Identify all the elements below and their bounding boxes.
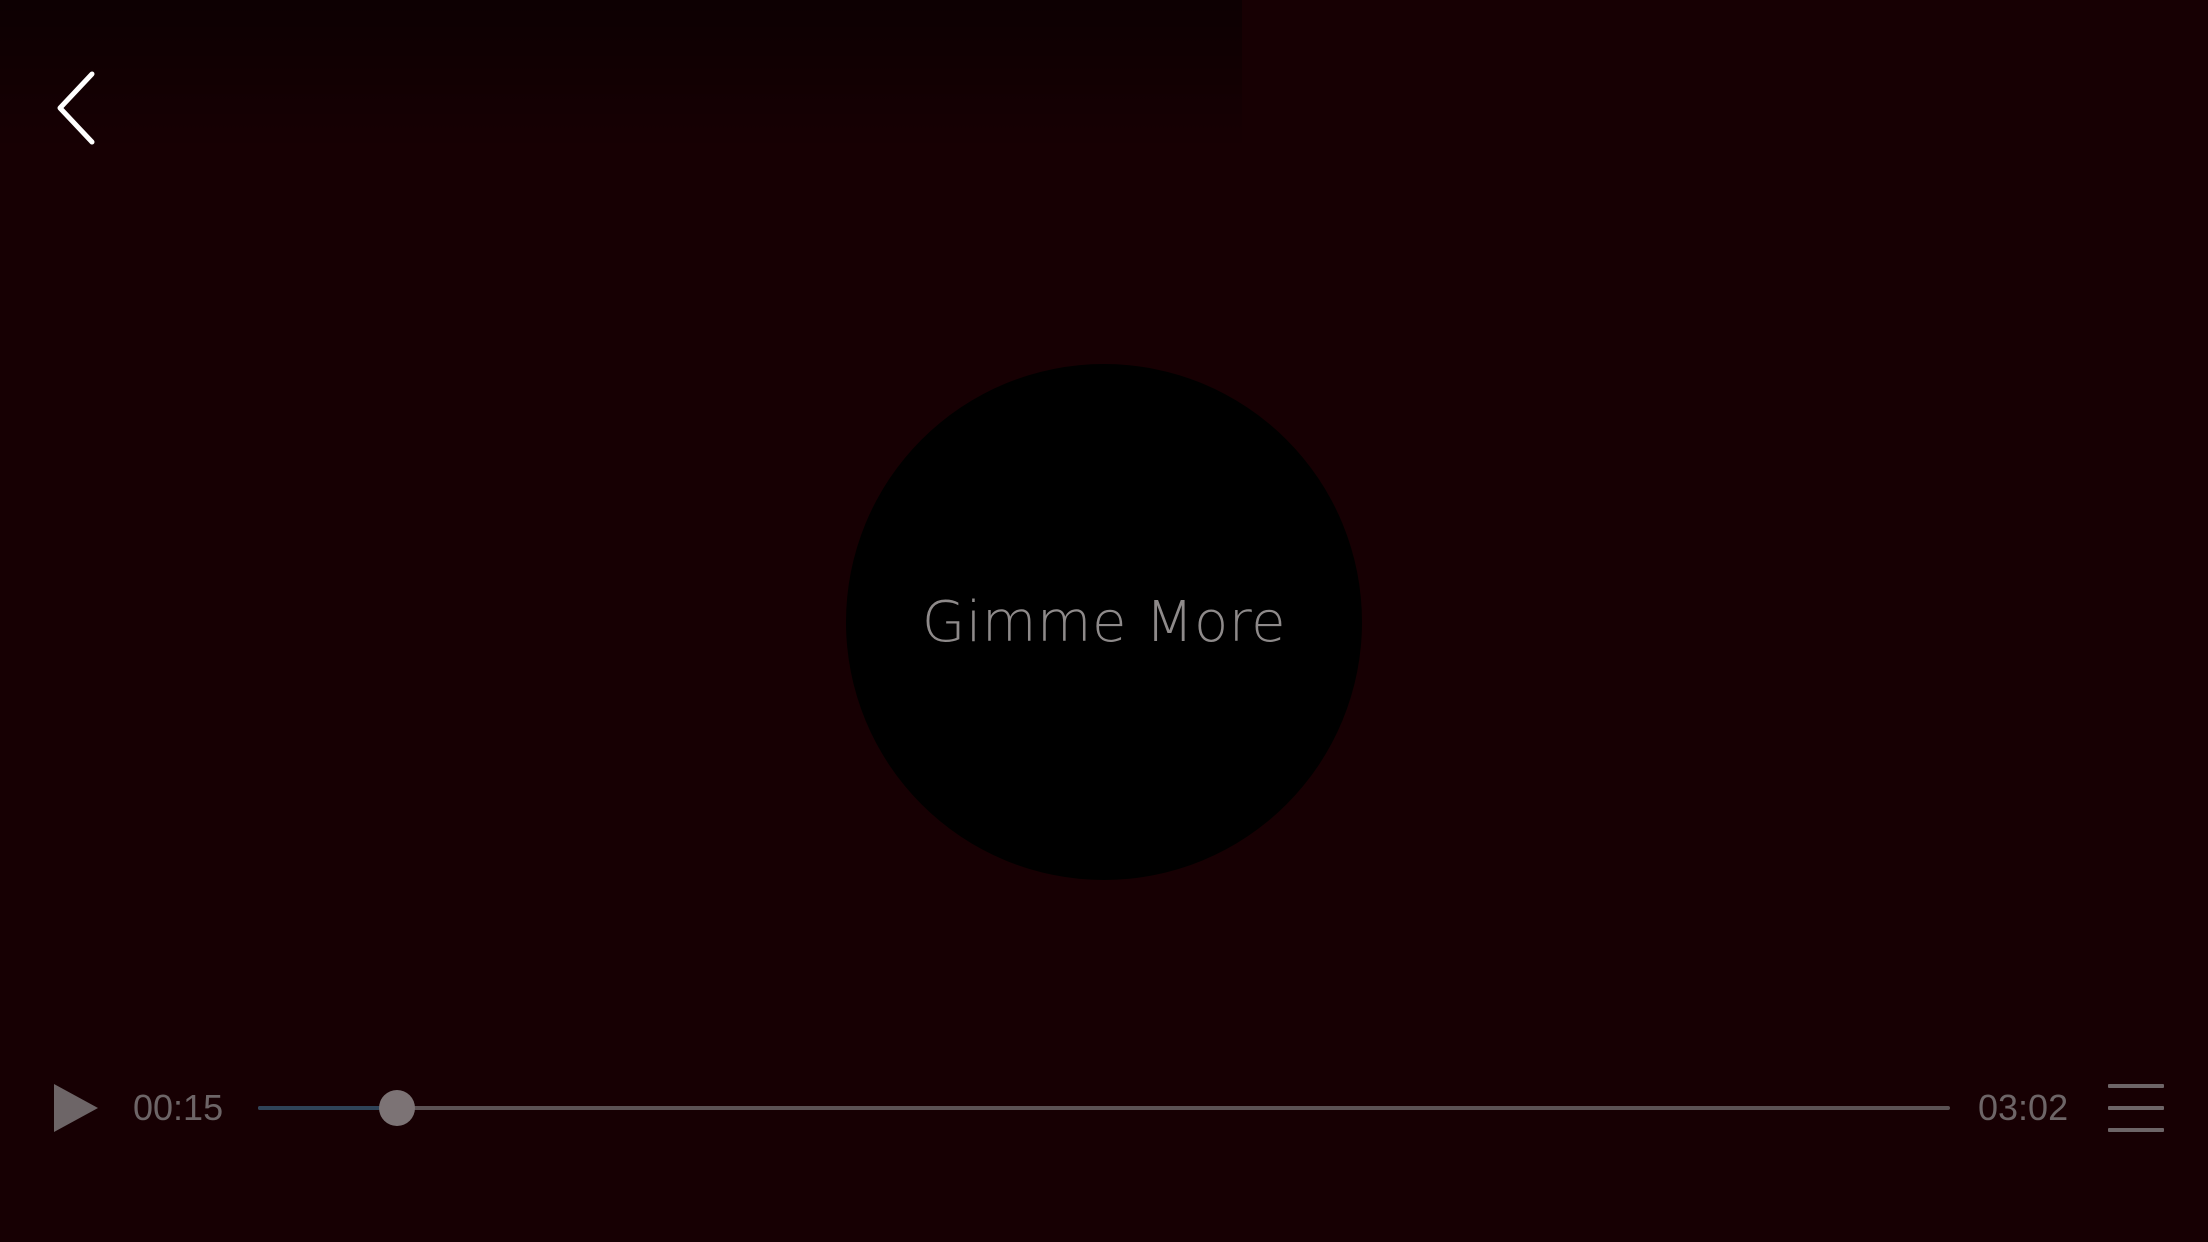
chevron-left-icon <box>57 71 95 144</box>
total-time: 03:02 <box>1978 1087 2069 1128</box>
back-button[interactable] <box>40 60 110 155</box>
track-title: Gimme More <box>921 589 1287 655</box>
play-icon[interactable] <box>48 1080 104 1136</box>
album-disc: Gimme More <box>846 364 1362 880</box>
player-screen: Gimme More 00:15 03:02 <box>0 0 2208 1242</box>
current-time: 00:15 <box>133 1087 224 1128</box>
progress-thumb[interactable] <box>379 1090 416 1126</box>
progress-slider[interactable] <box>258 1090 1950 1126</box>
menu-button[interactable] <box>2106 1082 2166 1134</box>
playback-controls: 00:15 03:02 <box>0 1060 2208 1156</box>
top-shade <box>0 0 1242 150</box>
progress-fill <box>258 1106 398 1110</box>
